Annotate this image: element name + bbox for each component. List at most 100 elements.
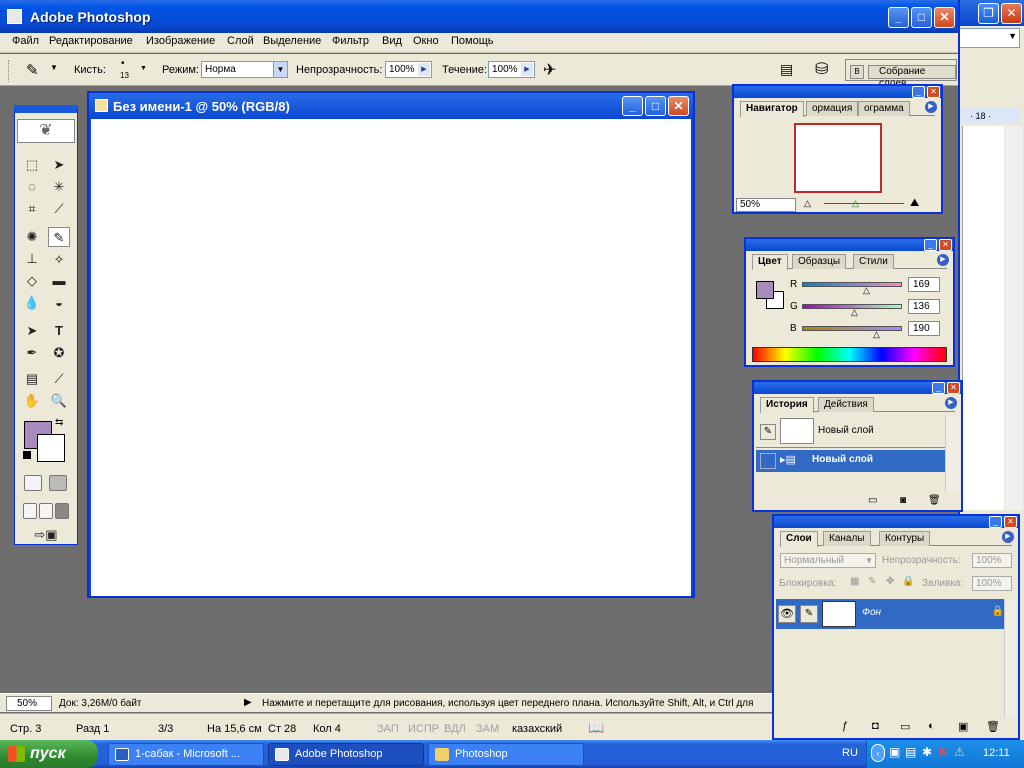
layer-set-icon[interactable]: ▭ [900,720,910,733]
magic-wand-icon[interactable]: ✳ [48,177,70,197]
history-snapshot-row[interactable]: ✎ Новый слой [756,416,946,448]
palette-close-button[interactable]: ✕ [927,86,940,98]
palette-menu-icon[interactable]: ▶ [945,397,957,409]
blend-mode-select[interactable]: Нормальный ▼ [780,553,876,568]
path-selection-icon[interactable]: ➤ [21,321,43,341]
palette-minimize-button[interactable]: _ [932,382,945,394]
screen-mode-full-icon[interactable] [55,503,69,519]
status-zoom-field[interactable]: 50% [6,696,52,711]
zoom-tool-icon[interactable]: 🔍 [48,391,70,411]
slider-thumb-icon[interactable]: △ [851,307,858,318]
history-brush-source-icon[interactable]: ✎ [760,424,776,440]
screen-mode-standard-icon[interactable] [23,503,37,519]
task-folder[interactable]: Photoshop [428,743,584,766]
eraser-icon[interactable]: ◇ [21,271,43,291]
palette-close-button[interactable]: ✕ [947,382,960,394]
color-foreground-swatch[interactable] [756,281,774,299]
doc-close-button[interactable]: ✕ [668,96,689,116]
tab-styles[interactable]: Стили [853,254,894,269]
slider-thumb-icon[interactable]: △ [873,329,880,340]
adjustment-layer-icon[interactable]: ◐ [928,720,935,732]
palette-titlebar[interactable]: _ ✕ [754,382,961,394]
word-restore-button[interactable]: ❐ [978,3,999,24]
eyedropper-icon[interactable]: ⟋ [48,369,70,389]
slider-thumb-icon[interactable]: △ [863,285,870,296]
menu-help[interactable]: Помощь [451,35,494,47]
palette-well-icon[interactable]: ⛁ [815,59,828,79]
tab-history[interactable]: История [760,397,814,413]
gradient-icon[interactable]: ▬ [48,271,70,291]
tab-swatches[interactable]: Образцы [792,254,847,269]
trash-icon[interactable]: 🗑 [928,495,941,506]
b-slider[interactable] [802,326,902,331]
move-tool-icon[interactable]: ➤ [48,155,70,175]
document-titlebar[interactable]: Без имени-1 @ 50% (RGB/8) _ □ ✕ [89,93,693,119]
zoom-in-icon[interactable]: ⛰ [910,197,919,210]
opacity-field[interactable]: 100% ▶ [385,61,432,78]
color-ramp[interactable] [752,347,947,362]
standard-mode-icon[interactable] [24,475,42,491]
crop-tool-icon[interactable]: ⌗ [21,199,43,219]
navigator-zoom-slider[interactable] [824,203,904,204]
zoom-out-icon[interactable]: △ [804,198,811,209]
tray-app-icon[interactable]: ▤ [905,745,916,759]
history-brush-icon[interactable]: ⟡ [48,249,70,269]
palette-titlebar[interactable]: _ ✕ [774,516,1018,528]
palette-close-button[interactable]: ✕ [1004,516,1017,528]
blur-tool-icon[interactable]: 💧 [21,293,43,313]
lock-transparency-icon[interactable]: ▦ [850,576,859,587]
r-value-field[interactable]: 169 [908,277,940,292]
type-tool-icon[interactable]: T [48,321,70,341]
task-word[interactable]: 1-сабак - Microsoft ... [108,743,264,766]
word-status-trk[interactable]: ИСПР [408,723,439,735]
feather-logo-icon[interactable]: ❦ [17,119,75,143]
canvas[interactable] [91,119,691,596]
network-icon[interactable]: ▣ [889,745,900,759]
lock-pixels-icon[interactable]: ✎ [868,576,876,587]
slider-arrow-icon[interactable]: ▶ [418,63,430,76]
tab-paths[interactable]: Контуры [879,531,931,546]
tray-star-icon[interactable]: ✱ [922,745,932,759]
maximize-button[interactable]: □ [911,7,932,28]
app-titlebar[interactable]: Adobe Photoshop _ □ ✕ [0,0,958,33]
navigator-thumbnail[interactable] [794,123,882,193]
layer-row-background[interactable]: 👁 ✎ Фон 🔒 [776,599,1006,629]
tab-actions[interactable]: Действия [818,397,874,412]
tool-preset-arrow-icon[interactable]: ▼ [50,63,58,72]
brush-tool-icon[interactable]: ✎ [26,61,39,79]
antivirus-icon[interactable]: K [939,745,948,759]
tab-color[interactable]: Цвет [752,254,788,270]
hand-tool-icon[interactable]: ✋ [21,391,43,411]
menu-file[interactable]: Файл [12,35,39,47]
close-button[interactable]: ✕ [934,7,955,28]
layers-scrollbar[interactable] [1004,599,1016,717]
options-grip[interactable] [8,60,11,82]
start-button[interactable]: пуск [0,740,98,768]
file-browser-icon[interactable]: ▤ [780,61,793,78]
healing-brush-icon[interactable]: ✺ [21,227,43,247]
mode-select[interactable]: Норма ▼ [201,61,288,78]
default-colors-icon[interactable] [23,451,31,459]
tab-layers[interactable]: Слои [780,531,818,547]
palette-minimize-button[interactable]: _ [924,239,937,251]
tab-histogram[interactable]: ограмма [858,101,910,116]
palette-close-button[interactable]: ✕ [939,239,952,251]
layer-style-icon[interactable]: ƒ [842,720,848,732]
menu-filter[interactable]: Фильтр [332,35,369,47]
background-color-swatch[interactable] [37,434,65,462]
doc-minimize-button[interactable]: _ [622,96,643,116]
warning-icon[interactable]: ⚠ [954,745,965,759]
menu-edit[interactable]: Редактирование [49,35,133,47]
word-scrollbar[interactable] [1006,126,1022,510]
history-source-box[interactable] [760,453,776,469]
pen-tool-icon[interactable]: ✒ [21,343,43,363]
flow-field[interactable]: 100% ▶ [488,61,535,78]
brush-tool-icon[interactable]: ✎ [48,227,70,247]
slice-tool-icon[interactable]: ⟋ [48,199,70,219]
navigator-zoom-field[interactable]: 50% [736,198,796,212]
status-menu-arrow-icon[interactable]: ▶ [244,697,252,708]
layer-mask-icon[interactable]: ◘ [872,720,879,732]
palette-minimize-button[interactable]: _ [912,86,925,98]
new-layer-icon[interactable]: ▣ [958,720,968,733]
airbrush-icon[interactable]: ✈ [543,60,556,80]
